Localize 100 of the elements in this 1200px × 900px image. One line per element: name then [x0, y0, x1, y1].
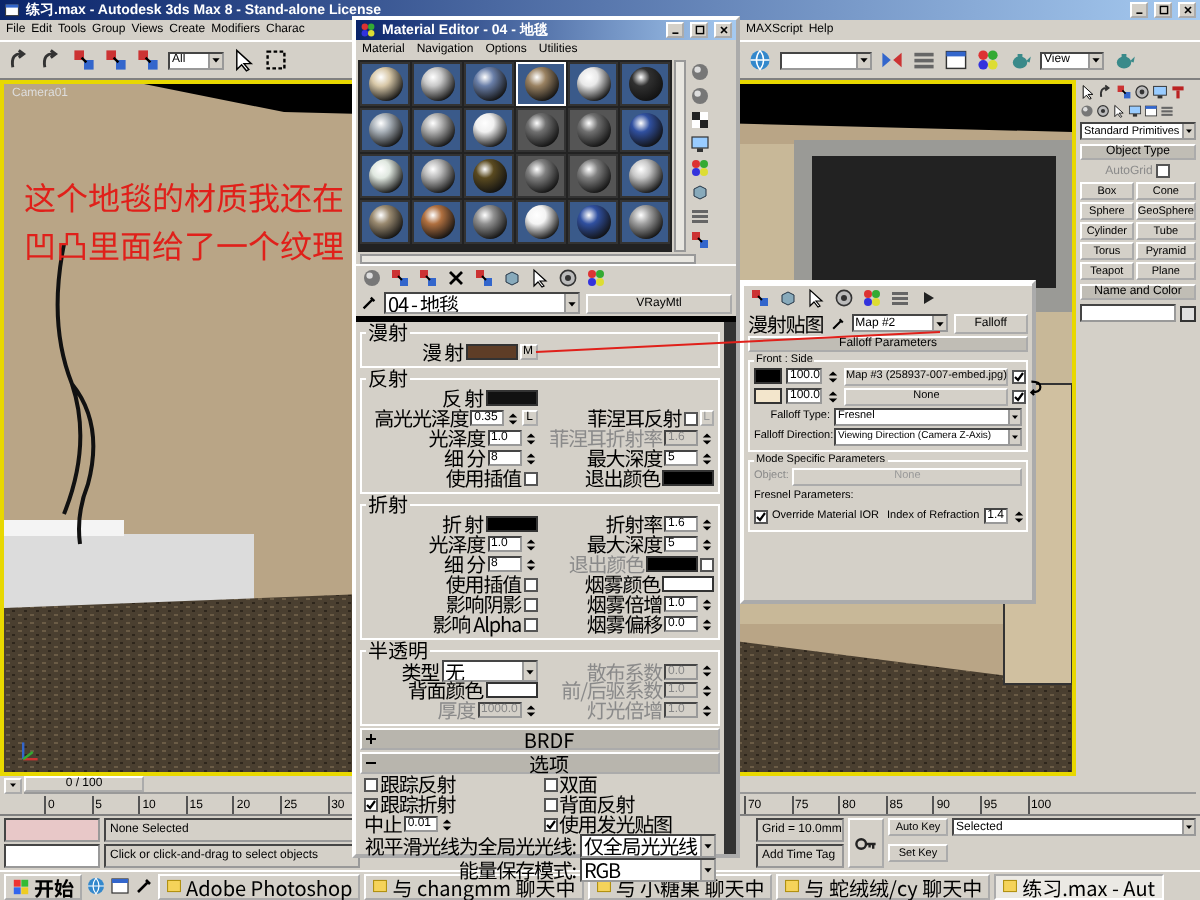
spinner-arrows-icon[interactable] [700, 617, 714, 631]
rollout-header[interactable]: BRDF [360, 728, 720, 750]
monitor-icon[interactable] [1152, 84, 1168, 100]
linked-squares-icon[interactable] [390, 268, 410, 288]
material-sample-slot[interactable] [620, 108, 670, 152]
window-icon[interactable] [1144, 104, 1158, 118]
layers-icon[interactable] [690, 206, 710, 226]
pointer-icon[interactable] [530, 268, 550, 288]
color-swatch[interactable] [754, 388, 782, 404]
material-sample-slot[interactable] [464, 154, 514, 198]
color-swatch[interactable] [662, 576, 714, 592]
sphere-icon[interactable] [690, 62, 710, 82]
checkbox[interactable] [754, 509, 768, 523]
linked-squares-icon[interactable] [136, 48, 160, 72]
checkbox[interactable] [543, 817, 557, 831]
pointer-icon[interactable] [1112, 104, 1126, 118]
circle-icon[interactable] [834, 288, 854, 308]
spinner-arrows-icon[interactable] [506, 411, 521, 425]
linked-squares-icon[interactable] [72, 48, 96, 72]
colored-dots-icon[interactable] [862, 288, 882, 308]
material-sample-slot[interactable] [516, 108, 566, 152]
material-sample-slot[interactable] [568, 62, 618, 106]
color-swatch[interactable] [465, 344, 517, 360]
material-sample-slot[interactable] [412, 200, 462, 244]
material-sample-slot[interactable] [516, 200, 566, 244]
material-sample-slot[interactable] [568, 108, 618, 152]
spinner-arrows-icon[interactable] [826, 389, 840, 403]
pipette-icon[interactable] [134, 876, 154, 896]
linked-squares-icon[interactable] [690, 230, 710, 250]
material-sample-slot[interactable] [360, 154, 410, 198]
spinner-arrows-icon[interactable] [700, 597, 714, 611]
cube-icon[interactable] [502, 268, 522, 288]
close-button[interactable] [1178, 2, 1196, 18]
layers-icon[interactable] [1160, 104, 1174, 118]
teapot-icon[interactable] [1112, 48, 1136, 72]
spinner-arrows-icon[interactable] [826, 369, 840, 383]
taskbar-button[interactable]: Adobe Photoshop [158, 873, 361, 899]
hammer-icon[interactable] [1170, 84, 1186, 100]
material-name-dropdown[interactable]: 04 - 地毯 [384, 292, 580, 314]
start-button[interactable]: 开始 [4, 873, 82, 899]
maximize-button[interactable] [1154, 2, 1172, 18]
scrollbar[interactable] [360, 254, 696, 264]
window-icon[interactable] [944, 48, 968, 72]
close-button[interactable] [714, 22, 732, 38]
material-sample-slot[interactable] [412, 154, 462, 198]
colored-dots-icon[interactable] [586, 268, 606, 288]
checkbox[interactable] [1012, 369, 1027, 383]
mirror-icon[interactable] [880, 48, 904, 72]
material-sample-slot[interactable] [412, 108, 462, 152]
color-swatch[interactable] [485, 516, 537, 532]
spinner-arrows-icon[interactable] [523, 557, 537, 571]
circle-icon[interactable] [1134, 84, 1150, 100]
colored-dots-icon[interactable] [976, 48, 1000, 72]
named-selection-dropdown[interactable] [780, 51, 872, 69]
linked-squares-icon[interactable] [1116, 84, 1132, 100]
spinner-arrows-icon[interactable] [700, 537, 714, 551]
spinner-arrows-icon[interactable] [700, 431, 714, 445]
color-swatch[interactable] [662, 470, 714, 486]
taskbar-button[interactable]: 练习.max - Aut [994, 873, 1164, 899]
material-sample-slot[interactable] [412, 62, 462, 106]
globe-icon[interactable] [748, 48, 772, 72]
minimize-button[interactable] [666, 22, 684, 38]
spinner-arrows-icon[interactable] [700, 703, 714, 717]
spinner-arrows-icon[interactable] [1011, 509, 1026, 523]
maxscript-output-field[interactable] [4, 844, 100, 868]
checker-icon[interactable] [690, 110, 710, 130]
circle-icon[interactable] [1096, 104, 1110, 118]
material-sample-slot[interactable] [464, 108, 514, 152]
linked-squares-icon[interactable] [474, 268, 494, 288]
spinner-arrows-icon[interactable] [700, 517, 714, 531]
spinner-arrows-icon[interactable] [523, 537, 537, 551]
name-field[interactable] [1080, 304, 1176, 322]
material-sample-slot[interactable] [620, 200, 670, 244]
dropdown[interactable]: 无 [441, 660, 537, 682]
cube-icon[interactable] [690, 182, 710, 202]
material-sample-slot[interactable] [568, 154, 618, 198]
spinner-arrows-icon[interactable] [439, 817, 454, 831]
maximize-button[interactable] [690, 22, 708, 38]
monitor-icon[interactable] [690, 134, 710, 154]
material-sample-slot[interactable] [568, 200, 618, 244]
checkbox[interactable] [683, 411, 698, 425]
spinner-arrows-icon[interactable] [523, 431, 537, 445]
linked-squares-icon[interactable] [750, 288, 770, 308]
dropdown[interactable]: RGB [580, 858, 716, 882]
linked-squares-icon[interactable] [104, 48, 128, 72]
spinner-arrows-icon[interactable] [700, 451, 714, 465]
rollout-header[interactable]: 选项 [360, 752, 720, 774]
teapot-icon[interactable] [1008, 48, 1032, 72]
checkbox[interactable] [523, 577, 537, 591]
checkbox[interactable] [523, 597, 537, 611]
material-sample-slot[interactable] [464, 62, 514, 106]
material-sample-slot[interactable] [516, 154, 566, 198]
checkbox[interactable] [523, 617, 537, 631]
layers-icon[interactable] [912, 48, 936, 72]
monitor-icon[interactable] [1128, 104, 1142, 118]
spinner-arrows-icon[interactable] [700, 664, 714, 678]
pipette-icon[interactable] [360, 294, 378, 312]
checkbox[interactable] [1012, 389, 1027, 403]
colored-dots-icon[interactable] [690, 158, 710, 178]
spinner-arrows-icon[interactable] [700, 683, 714, 697]
